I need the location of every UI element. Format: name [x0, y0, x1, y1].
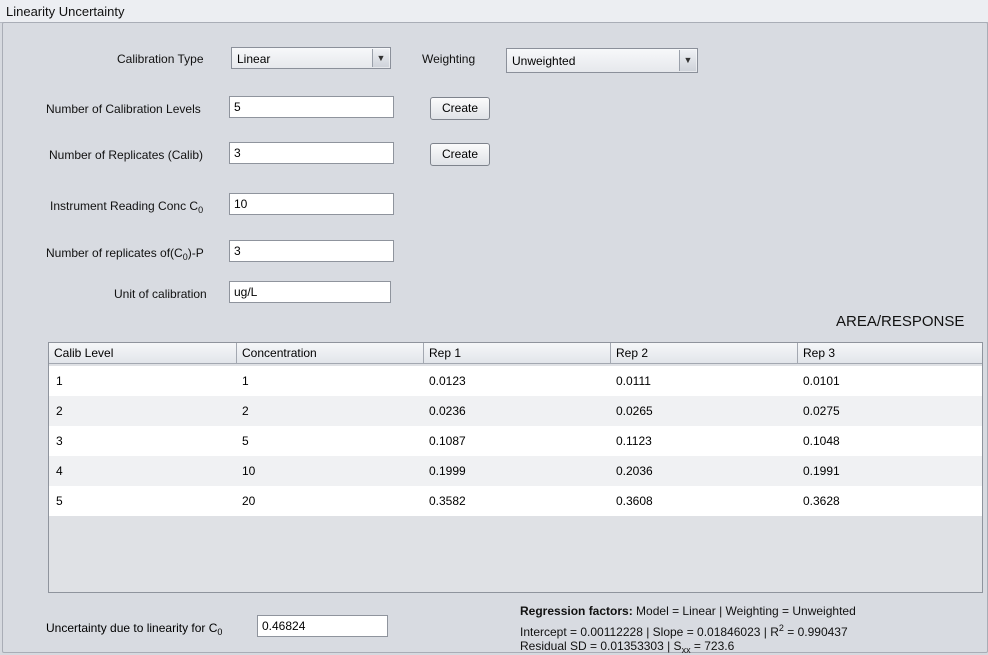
weighting-label: Weighting: [422, 52, 476, 66]
uncertainty-label: Uncertainty due to linearity for C0: [46, 621, 223, 637]
calibration-table[interactable]: Calib Level Concentration Rep 1 Rep 2 Re…: [48, 342, 983, 593]
regression-heading: Regression factors:: [520, 604, 633, 618]
table-cell[interactable]: 10: [235, 456, 255, 486]
table-cell[interactable]: 2: [235, 396, 249, 426]
table-cell[interactable]: 5: [49, 486, 63, 516]
table-row[interactable]: 1 1 0.0123 0.0111 0.0101: [49, 366, 982, 396]
table-cell[interactable]: 0.2036: [609, 456, 653, 486]
table-cell[interactable]: 0.1087: [422, 426, 466, 456]
column-header[interactable]: Rep 3: [798, 343, 982, 364]
table-cell[interactable]: 0.3582: [422, 486, 466, 516]
unit-input[interactable]: ug/L: [229, 281, 391, 303]
column-header[interactable]: Rep 2: [611, 343, 798, 364]
instrument-reading-label: Instrument Reading Conc C0: [50, 199, 204, 215]
table-cell[interactable]: 3: [49, 426, 63, 456]
weighting-value: Unweighted: [512, 54, 576, 68]
chevron-down-icon: ▼: [679, 50, 696, 71]
table-cell[interactable]: 0.0275: [796, 396, 840, 426]
table-row[interactable]: 2 2 0.0236 0.0265 0.0275: [49, 396, 982, 426]
table-cell[interactable]: 0.0111: [609, 366, 651, 396]
table-cell[interactable]: 1: [49, 366, 63, 396]
column-header[interactable]: Rep 1: [424, 343, 611, 364]
replicates-c0-input[interactable]: 3: [229, 240, 394, 262]
table-cell[interactable]: 0.0236: [422, 396, 466, 426]
unit-label: Unit of calibration: [114, 287, 207, 301]
table-row[interactable]: 4 10 0.1999 0.2036 0.1991: [49, 456, 982, 486]
table-cell[interactable]: 0.0101: [796, 366, 840, 396]
regression-line-1: Regression factors: Model = Linear | Wei…: [520, 604, 856, 618]
table-cell[interactable]: 0.0123: [422, 366, 466, 396]
table-cell[interactable]: 4: [49, 456, 63, 486]
table-cell[interactable]: 0.1048: [796, 426, 840, 456]
num-levels-input[interactable]: 5: [229, 96, 394, 118]
uncertainty-value-field[interactable]: 0.46824: [257, 615, 388, 637]
table-title: AREA/RESPONSE: [836, 313, 965, 330]
instrument-reading-input[interactable]: 10: [229, 193, 394, 215]
column-header[interactable]: Calib Level: [49, 343, 237, 364]
chevron-down-icon: ▼: [372, 49, 389, 67]
calibration-type-value: Linear: [237, 52, 271, 66]
replicates-c0-label: Number of replicates of(C0)-P: [46, 246, 204, 262]
num-levels-label: Number of Calibration Levels: [46, 102, 201, 116]
window-title: Linearity Uncertainty: [6, 4, 125, 19]
calibration-type-label: Calibration Type: [117, 52, 204, 66]
title-bar: Linearity Uncertainty: [0, 0, 988, 23]
table-cell[interactable]: 5: [235, 426, 249, 456]
table-cell[interactable]: 0.1991: [796, 456, 840, 486]
regression-line-2: Intercept = 0.00112228 | Slope = 0.01846…: [520, 623, 848, 639]
weighting-select[interactable]: Unweighted ▼: [506, 48, 698, 73]
column-header[interactable]: Concentration: [237, 343, 424, 364]
num-replicates-label: Number of Replicates (Calib): [49, 148, 204, 162]
table-cell[interactable]: 0.3628: [796, 486, 840, 516]
calibration-type-select[interactable]: Linear ▼: [231, 47, 391, 69]
table-cell[interactable]: 20: [235, 486, 255, 516]
table-cell[interactable]: 0.1123: [609, 426, 652, 456]
table-cell[interactable]: 0.0265: [609, 396, 653, 426]
create-levels-button[interactable]: Create: [430, 97, 490, 120]
table-cell[interactable]: 0.3608: [609, 486, 653, 516]
table-row[interactable]: 3 5 0.1087 0.1123 0.1048: [49, 426, 982, 456]
num-replicates-input[interactable]: 3: [229, 142, 394, 164]
table-row[interactable]: 5 20 0.3582 0.3608 0.3628: [49, 486, 982, 516]
table-cell[interactable]: 1: [235, 366, 249, 396]
table-cell[interactable]: 2: [49, 396, 63, 426]
create-replicates-button[interactable]: Create: [430, 143, 490, 166]
table-cell[interactable]: 0.1999: [422, 456, 466, 486]
table-header: Calib Level Concentration Rep 1 Rep 2 Re…: [49, 343, 982, 365]
